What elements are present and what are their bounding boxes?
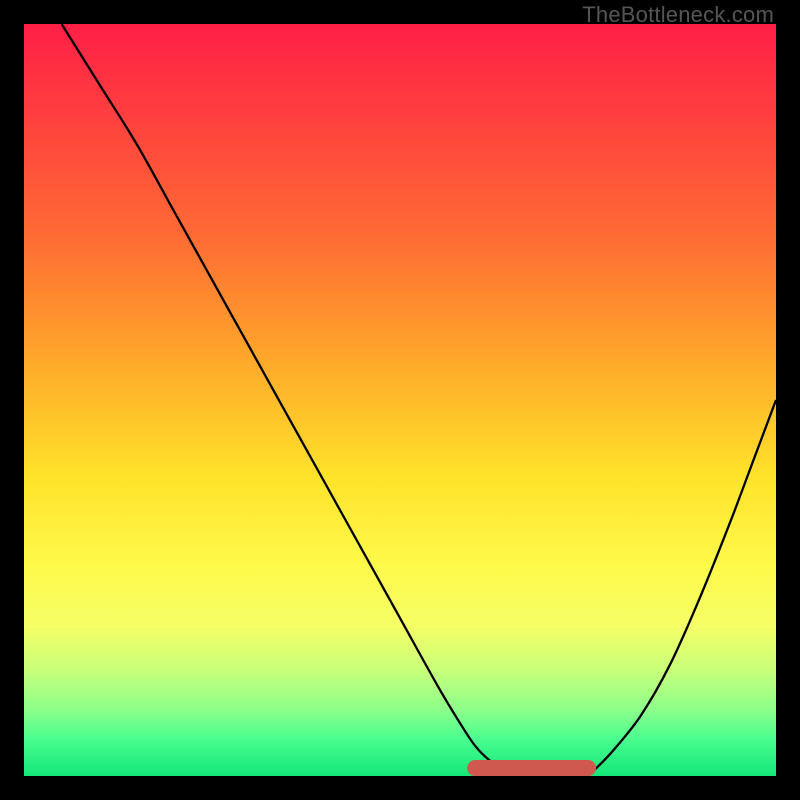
chart-frame: TheBottleneck.com	[0, 0, 800, 800]
plot-area	[24, 24, 776, 776]
right-curve	[588, 400, 776, 776]
band-end-dot	[580, 760, 596, 776]
chart-svg	[24, 24, 776, 776]
left-curve	[62, 24, 513, 776]
